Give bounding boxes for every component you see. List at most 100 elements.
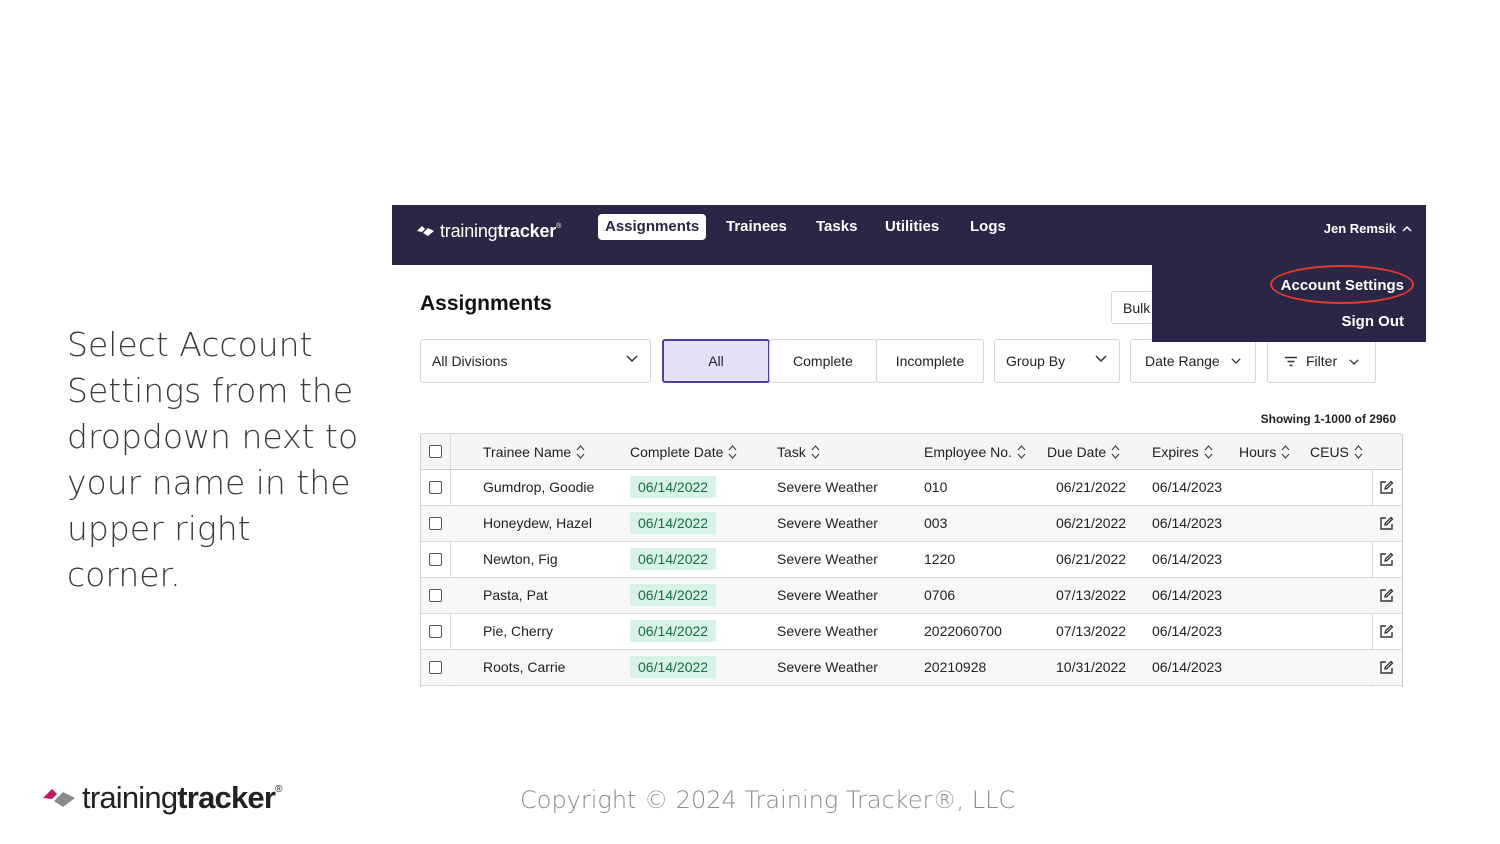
column-header-hours[interactable]: Hours [1239,444,1290,460]
column-header-task[interactable]: Task [777,444,820,460]
edit-icon[interactable] [1379,552,1394,567]
expires-date: 06/14/2023 [1152,659,1223,675]
table-row[interactable]: Pie, Cherry 06/14/2022 Severe Weather 20… [421,614,1402,650]
status-all-button[interactable]: All [662,339,770,383]
tab-trainees[interactable]: Trainees [719,214,794,240]
chevron-down-icon [1349,359,1359,365]
edit-icon[interactable] [1379,516,1394,531]
result-count: Showing 1-1000 of 2960 [1260,412,1396,426]
trainee-name: Pasta, Pat [483,587,548,603]
chevron-down-icon [1095,355,1107,362]
table-row[interactable]: Pasta, Pat 06/14/2022 Severe Weather 070… [421,578,1402,614]
top-navbar: trainingtracker® Assignments Trainees Ta… [392,205,1426,265]
task-name: Severe Weather [777,587,878,603]
table-row[interactable]: Newton, Fig 06/14/2022 Severe Weather 12… [421,542,1402,578]
division-select[interactable]: All Divisions [420,339,651,383]
complete-date-badge: 06/14/2022 [630,476,717,498]
select-all-checkbox[interactable] [429,445,442,458]
employee-number: 20210928 [924,659,987,675]
app-screenshot: trainingtracker® Assignments Trainees Ta… [392,205,1426,687]
sort-icon [728,445,737,459]
sign-out-menu-item[interactable]: Sign Out [1342,313,1405,330]
complete-date-badge: 06/14/2022 [630,584,717,606]
column-header-employee-no[interactable]: Employee No. [924,444,1026,460]
expires-date: 06/14/2023 [1152,587,1223,603]
table-header: Trainee Name Complete Date Task Employee… [421,434,1402,470]
row-checkbox[interactable] [429,661,442,674]
trainee-name: Pie, Cherry [483,623,554,639]
edit-icon[interactable] [1379,588,1394,603]
task-name: Severe Weather [777,515,878,531]
trainee-name: Honeydew, Hazel [483,515,592,531]
complete-date-badge: 06/14/2022 [630,512,717,534]
due-date: 06/21/2022 [1056,515,1127,531]
edit-icon[interactable] [1379,660,1394,675]
task-name: Severe Weather [777,623,878,639]
user-name: Jen Remsik [1323,221,1396,236]
column-header-due-date[interactable]: Due Date [1047,444,1120,460]
row-checkbox[interactable] [429,625,442,638]
table-row[interactable]: Honeydew, Hazel 06/14/2022 Severe Weathe… [421,506,1402,542]
tab-tasks[interactable]: Tasks [809,214,864,240]
table-row[interactable]: Gumdrop, Goodie 06/14/2022 Severe Weathe… [421,470,1402,506]
column-header-ceus[interactable]: CEUS [1310,444,1363,460]
chevron-up-icon [1402,225,1412,232]
page-title: Assignments [420,292,552,315]
chevron-down-icon [626,355,638,362]
expires-date: 06/14/2023 [1152,515,1223,531]
task-name: Severe Weather [777,479,878,495]
footer-logo-text: trainingtracker® [82,780,282,815]
edit-icon[interactable] [1379,480,1394,495]
expires-date: 06/14/2023 [1152,479,1223,495]
employee-number: 003 [924,515,948,531]
employee-number: 2022060700 [924,623,1002,639]
footer-logo: trainingtracker® [42,780,282,816]
tab-utilities[interactable]: Utilities [878,214,946,240]
edit-icon[interactable] [1379,624,1394,639]
column-header-trainee-name[interactable]: Trainee Name [483,444,585,460]
row-checkbox[interactable] [429,517,442,530]
table-row[interactable]: Roots, Carrie 06/14/2022 Severe Weather … [421,650,1402,686]
app-logo[interactable]: trainingtracker® [416,220,561,242]
user-menu-toggle[interactable]: Jen Remsik [1324,221,1412,236]
status-incomplete-button[interactable]: Incomplete [876,339,984,383]
due-date: 06/21/2022 [1056,479,1127,495]
status-complete-button[interactable]: Complete [769,339,877,383]
sort-icon [811,445,820,459]
sort-icon [1354,445,1363,459]
due-date: 06/21/2022 [1056,551,1127,567]
column-header-complete-date[interactable]: Complete Date [630,444,737,460]
tab-logs[interactable]: Logs [963,214,1013,240]
assignments-table: Trainee Name Complete Date Task Employee… [420,433,1403,687]
sort-icon [1204,445,1213,459]
date-range-select[interactable]: Date Range [1130,339,1256,383]
tab-assignments[interactable]: Assignments [598,214,707,240]
complete-date-badge: 06/14/2022 [630,656,717,678]
group-by-label: Group By [1006,353,1066,369]
copyright-text: Copyright © 2024 Training Tracker®, LLC [520,786,1016,814]
task-name: Severe Weather [777,659,878,675]
employee-number: 1220 [924,551,956,567]
filter-button[interactable]: Filter [1267,339,1376,383]
account-settings-menu-item[interactable]: Account Settings [1281,277,1404,294]
complete-date-badge: 06/14/2022 [630,620,717,642]
trainee-name: Roots, Carrie [483,659,566,675]
trainee-name: Gumdrop, Goodie [483,479,595,495]
employee-number: 010 [924,479,948,495]
instruction-text: Select Account Settings from the dropdow… [67,325,359,594]
due-date: 10/31/2022 [1056,659,1127,675]
group-by-select[interactable]: Group By [994,339,1120,383]
filter-icon [1285,356,1297,366]
row-checkbox[interactable] [429,481,442,494]
expires-date: 06/14/2023 [1152,623,1223,639]
sort-icon [1281,445,1290,459]
column-header-expires[interactable]: Expires [1152,444,1213,460]
division-select-value: All Divisions [432,353,508,369]
row-checkbox[interactable] [429,553,442,566]
row-checkbox[interactable] [429,589,442,602]
employee-number: 0706 [924,587,956,603]
task-name: Severe Weather [777,551,878,567]
filter-label: Filter [1306,353,1338,369]
user-dropdown-menu: Account Settings Sign Out [1152,265,1426,342]
sort-icon [576,445,585,459]
